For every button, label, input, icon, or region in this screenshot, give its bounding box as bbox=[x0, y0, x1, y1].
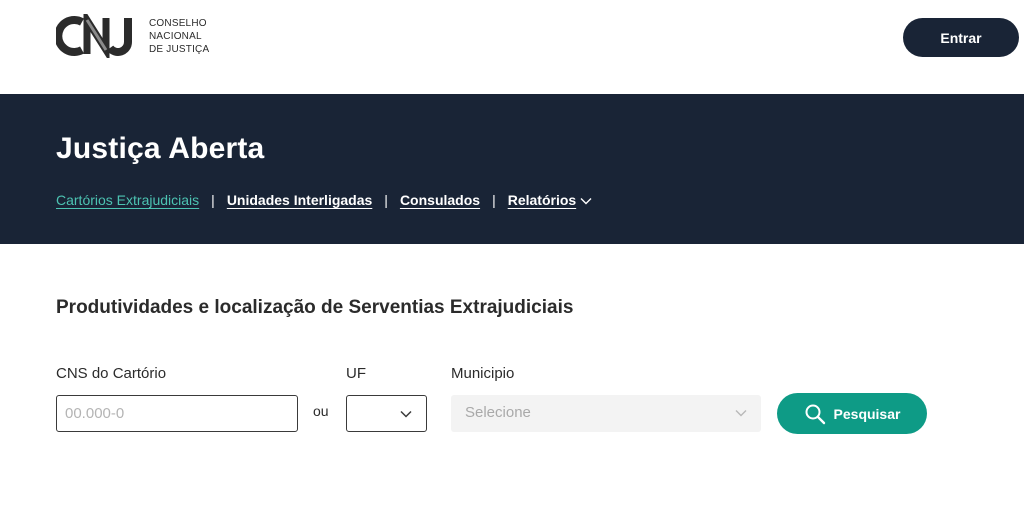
section-title: Produtividades e localização de Serventi… bbox=[56, 297, 574, 318]
nav-link-cartorios[interactable]: Cartórios Extrajudiciais bbox=[56, 192, 199, 208]
or-text: ou bbox=[313, 403, 329, 419]
uf-select[interactable] bbox=[346, 395, 427, 432]
cnj-logo-mark bbox=[56, 14, 132, 58]
municipio-placeholder: Selecione bbox=[465, 404, 531, 421]
chevron-down-icon bbox=[400, 410, 412, 418]
page-title: Justiça Aberta bbox=[56, 132, 265, 165]
search-button[interactable]: Pesquisar bbox=[777, 393, 927, 434]
section-nav: Cartórios Extrajudiciais | Unidades Inte… bbox=[56, 192, 592, 208]
nav-separator: | bbox=[492, 192, 496, 208]
hero-band: Justiça Aberta Cartórios Extrajudiciais … bbox=[0, 94, 1024, 244]
top-header: CONSELHO NACIONAL DE JUSTIÇA Entrar bbox=[0, 0, 1024, 94]
cns-label: CNS do Cartório bbox=[56, 365, 167, 382]
logo-line-1: CONSELHO bbox=[149, 17, 207, 29]
nav-link-consulados[interactable]: Consulados bbox=[400, 192, 480, 208]
chevron-down-icon bbox=[580, 198, 592, 205]
chevron-down-icon bbox=[735, 410, 747, 417]
nav-separator: | bbox=[211, 192, 215, 208]
login-button[interactable]: Entrar bbox=[903, 18, 1019, 57]
search-button-label: Pesquisar bbox=[833, 405, 901, 422]
nav-separator: | bbox=[384, 192, 388, 208]
logo-line-3: DE JUSTIÇA bbox=[149, 43, 210, 55]
nav-link-relatorios-label: Relatórios bbox=[507, 192, 577, 208]
logo-line-2: NACIONAL bbox=[149, 30, 202, 42]
municipio-select[interactable]: Selecione bbox=[451, 395, 761, 432]
nav-link-relatorios[interactable]: Relatórios bbox=[508, 192, 592, 208]
search-icon bbox=[805, 404, 825, 424]
cnj-logo[interactable]: CONSELHO NACIONAL DE JUSTIÇA bbox=[56, 14, 209, 58]
nav-link-unidades[interactable]: Unidades Interligadas bbox=[227, 192, 372, 208]
logo-wordmark: CONSELHO NACIONAL DE JUSTIÇA bbox=[149, 17, 209, 56]
uf-label: UF bbox=[346, 365, 366, 382]
municipio-label: Municipio bbox=[451, 365, 515, 382]
cns-input[interactable] bbox=[56, 395, 298, 432]
